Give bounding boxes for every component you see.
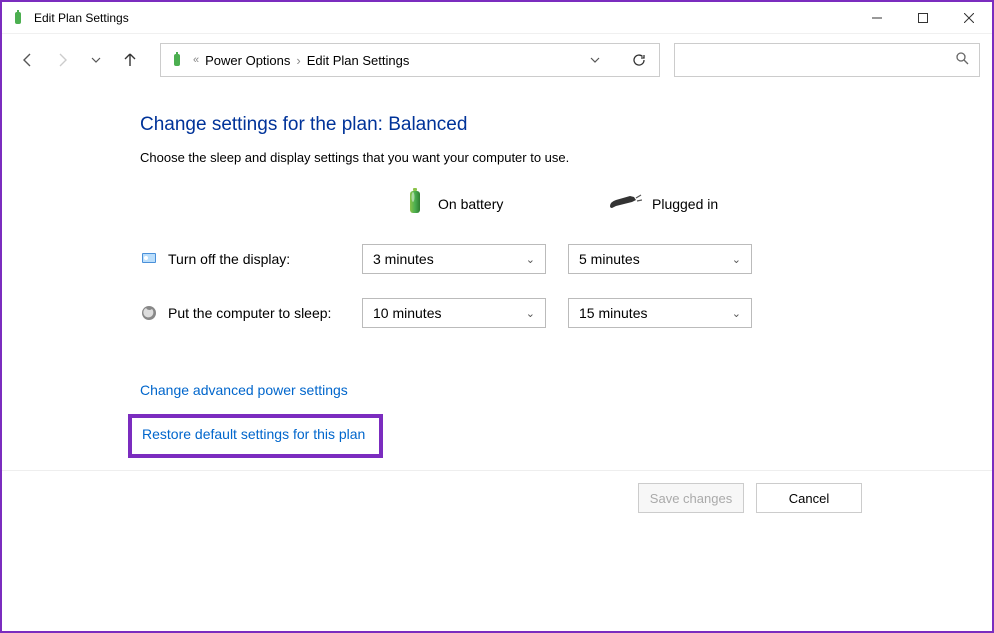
location-dropdown[interactable] bbox=[583, 48, 607, 72]
display-battery-dropdown[interactable]: 3 minutes ⌄ bbox=[362, 244, 546, 274]
dropdown-value: 10 minutes bbox=[373, 305, 441, 321]
maximize-button[interactable] bbox=[900, 3, 946, 33]
dropdown-value: 15 minutes bbox=[579, 305, 647, 321]
chevron-down-icon: ⌄ bbox=[732, 307, 741, 320]
save-button[interactable]: Save changes bbox=[638, 483, 744, 513]
location-bar[interactable]: « Power Options › Edit Plan Settings bbox=[160, 43, 660, 77]
window-title: Edit Plan Settings bbox=[34, 11, 854, 25]
forward-button[interactable] bbox=[48, 46, 76, 74]
sleep-icon bbox=[140, 304, 158, 322]
minimize-button[interactable] bbox=[854, 3, 900, 33]
cancel-button[interactable]: Cancel bbox=[756, 483, 862, 513]
back-button[interactable] bbox=[14, 46, 42, 74]
breadcrumb-item[interactable]: Power Options bbox=[205, 53, 290, 68]
column-label: Plugged in bbox=[652, 196, 718, 212]
chevron-down-icon: ⌄ bbox=[526, 253, 535, 266]
display-icon bbox=[140, 250, 158, 268]
restore-defaults-link[interactable]: Restore default settings for this plan bbox=[142, 426, 365, 442]
column-plugged: Plugged in bbox=[608, 192, 814, 215]
plug-icon bbox=[608, 192, 642, 215]
app-icon bbox=[10, 9, 28, 27]
chevron-left-icon: « bbox=[193, 54, 199, 66]
chevron-down-icon: ⌄ bbox=[732, 253, 741, 266]
advanced-settings-link[interactable]: Change advanced power settings bbox=[140, 382, 348, 398]
row-label-display: Turn off the display: bbox=[168, 251, 290, 267]
dropdown-value: 5 minutes bbox=[579, 251, 640, 267]
search-icon bbox=[955, 51, 969, 70]
recent-dropdown[interactable] bbox=[82, 46, 110, 74]
close-button[interactable] bbox=[946, 3, 992, 33]
page-heading: Change settings for the plan: Balanced bbox=[140, 114, 992, 136]
display-plugged-dropdown[interactable]: 5 minutes ⌄ bbox=[568, 244, 752, 274]
sleep-plugged-dropdown[interactable]: 15 minutes ⌄ bbox=[568, 298, 752, 328]
location-icon bbox=[169, 51, 187, 69]
column-battery: On battery bbox=[402, 187, 608, 220]
restore-highlight: Restore default settings for this plan bbox=[128, 414, 383, 458]
column-label: On battery bbox=[438, 196, 503, 212]
chevron-right-icon: › bbox=[296, 53, 300, 68]
page-subtext: Choose the sleep and display settings th… bbox=[140, 150, 992, 165]
chevron-down-icon: ⌄ bbox=[526, 307, 535, 320]
refresh-button[interactable] bbox=[627, 48, 651, 72]
search-input[interactable] bbox=[674, 43, 980, 77]
up-button[interactable] bbox=[116, 46, 144, 74]
row-label-sleep: Put the computer to sleep: bbox=[168, 305, 331, 321]
sleep-battery-dropdown[interactable]: 10 minutes ⌄ bbox=[362, 298, 546, 328]
battery-icon bbox=[402, 187, 428, 220]
breadcrumb-item[interactable]: Edit Plan Settings bbox=[307, 53, 410, 68]
breadcrumb: Power Options › Edit Plan Settings bbox=[205, 53, 577, 68]
dropdown-value: 3 minutes bbox=[373, 251, 434, 267]
